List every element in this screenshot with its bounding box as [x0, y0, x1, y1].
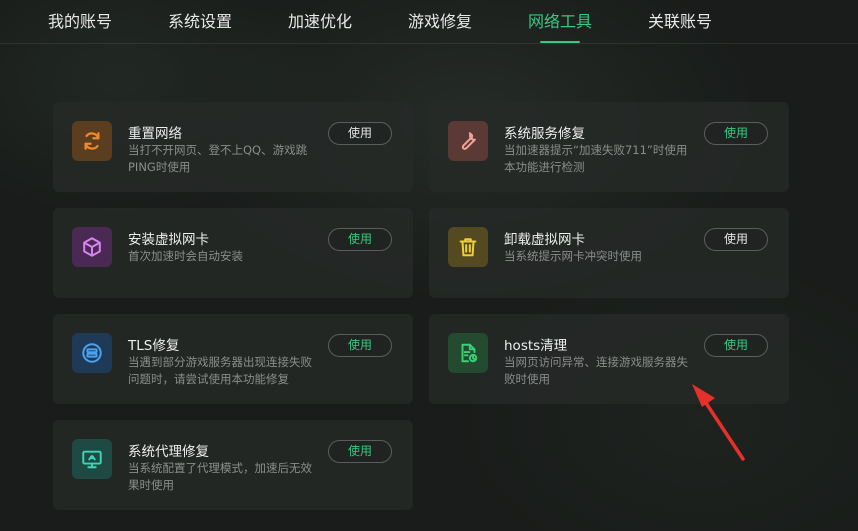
tool-card-hosts-cleanup: hosts清理 当网页访问异常、连接游戏服务器失败时使用 使用	[429, 314, 789, 404]
use-button-uninstall-virtual-nic[interactable]: 使用	[704, 228, 768, 251]
tool-description: 当系统提示网卡冲突时使用	[504, 249, 642, 263]
cube-icon	[72, 227, 112, 267]
tab-my-account[interactable]: 我的账号	[48, 8, 112, 32]
tab-system-settings[interactable]: 系统设置	[168, 8, 232, 32]
use-button-hosts-cleanup[interactable]: 使用	[704, 334, 768, 357]
use-button-system-proxy-repair[interactable]: 使用	[328, 440, 392, 463]
use-button-install-virtual-nic[interactable]: 使用	[328, 228, 392, 251]
tool-description: 当加速器提示“加速失败711”时使用本功能进行检测	[504, 143, 688, 174]
tool-title: hosts清理	[504, 338, 568, 354]
tab-linked-accounts[interactable]: 关联账号	[648, 8, 712, 32]
tool-title: 系统服务修复	[504, 126, 585, 142]
tab-acceleration-optimization[interactable]: 加速优化	[288, 8, 352, 32]
use-button-reset-network[interactable]: 使用	[328, 122, 392, 145]
tool-card-system-proxy-repair: 系统代理修复 当系统配置了代理模式，加速后无效果时使用 使用	[53, 420, 413, 510]
trash-icon	[448, 227, 488, 267]
tool-card-system-service-repair: 系统服务修复 当加速器提示“加速失败711”时使用本功能进行检测 使用	[429, 102, 789, 192]
tool-title: 卸载虚拟网卡	[504, 232, 585, 248]
tool-title: 系统代理修复	[128, 444, 209, 460]
tool-description: 首次加速时会自动安装	[128, 249, 243, 263]
monitor-icon	[72, 439, 112, 479]
tool-title: TLS修复	[128, 338, 180, 354]
active-tab-indicator	[540, 41, 580, 43]
tool-card-install-virtual-nic: 安装虚拟网卡 首次加速时会自动安装 使用	[53, 208, 413, 298]
tab-network-tools[interactable]: 网络工具	[528, 8, 592, 32]
tool-description: 当遇到部分游戏服务器出现连接失败问题时，请尝试使用本功能修复	[128, 355, 312, 386]
server-icon	[72, 333, 112, 373]
tool-description: 当打不开网页、登不上QQ、游戏跳PING时使用	[128, 143, 308, 174]
tool-title: 安装虚拟网卡	[128, 232, 209, 248]
tool-description: 当网页访问异常、连接游戏服务器失败时使用	[504, 355, 688, 386]
tool-description: 当系统配置了代理模式，加速后无效果时使用	[128, 461, 312, 492]
use-button-tls-repair[interactable]: 使用	[328, 334, 392, 357]
wrench-icon	[448, 121, 488, 161]
file-clean-icon	[448, 333, 488, 373]
refresh-icon	[72, 121, 112, 161]
tool-card-uninstall-virtual-nic: 卸载虚拟网卡 当系统提示网卡冲突时使用 使用	[429, 208, 789, 298]
use-button-system-service-repair[interactable]: 使用	[704, 122, 768, 145]
tool-card-tls-repair: TLS修复 当遇到部分游戏服务器出现连接失败问题时，请尝试使用本功能修复 使用	[53, 314, 413, 404]
tab-game-repair[interactable]: 游戏修复	[408, 8, 472, 32]
top-nav: 我的账号 系统设置 加速优化 游戏修复 网络工具 关联账号	[0, 0, 858, 44]
tool-title: 重置网络	[128, 126, 182, 142]
tool-card-reset-network: 重置网络 当打不开网页、登不上QQ、游戏跳PING时使用 使用	[53, 102, 413, 192]
